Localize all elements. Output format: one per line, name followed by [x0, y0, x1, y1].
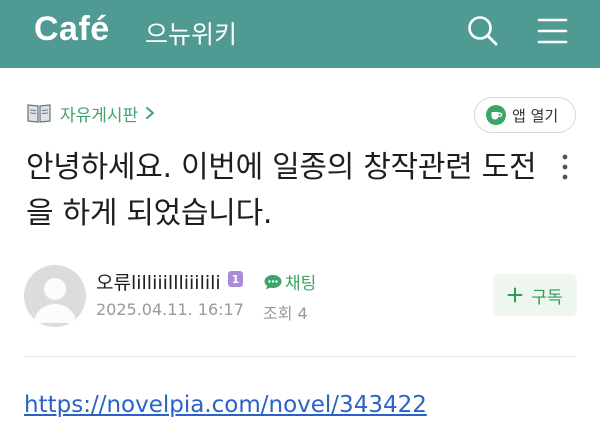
menu-button[interactable] [532, 12, 572, 50]
search-icon [468, 16, 498, 46]
post-date: 2025.04.11. 16:17 [96, 300, 244, 319]
hamburger-menu-icon [537, 18, 568, 44]
more-vertical-icon [562, 154, 568, 180]
board-breadcrumb[interactable]: 자유게시판 [26, 100, 156, 126]
cafe-name[interactable]: 으뉴위키 [145, 15, 237, 51]
cafe-logo[interactable]: Café [34, 10, 110, 49]
book-icon [27, 104, 51, 123]
subscribe-button[interactable]: 구독 [493, 274, 577, 316]
post-title: 안녕하세요. 이번에 일종의 창작관련 도전을 하게 되었습니다. [26, 150, 537, 231]
member-level-badge: 1 [228, 271, 243, 287]
top-app-bar: Café 으뉴위키 [0, 0, 600, 68]
chat-link[interactable]: 채팅 [263, 269, 316, 294]
more-options-button[interactable] [556, 152, 574, 184]
open-app-button[interactable]: 앱 열기 [474, 97, 576, 133]
default-avatar-icon [34, 278, 76, 323]
author-avatar[interactable] [24, 265, 86, 327]
chat-label: 채팅 [285, 274, 317, 294]
post-body-link[interactable]: https://novelpia.com/novel/343422 [24, 392, 427, 418]
header-divider [24, 356, 576, 357]
author-name[interactable]: 오류lilliiillliiilili [96, 268, 221, 295]
plus-icon [507, 287, 523, 303]
subscribe-label: 구독 [531, 287, 563, 308]
board-name: 자유게시판 [60, 105, 139, 126]
search-button[interactable] [464, 12, 502, 50]
open-app-label: 앱 열기 [512, 106, 559, 125]
chat-bubble-icon [264, 274, 282, 289]
chevron-right-icon [146, 107, 155, 119]
view-count: 조회 4 [263, 304, 308, 323]
cafe-cup-icon [486, 105, 506, 125]
